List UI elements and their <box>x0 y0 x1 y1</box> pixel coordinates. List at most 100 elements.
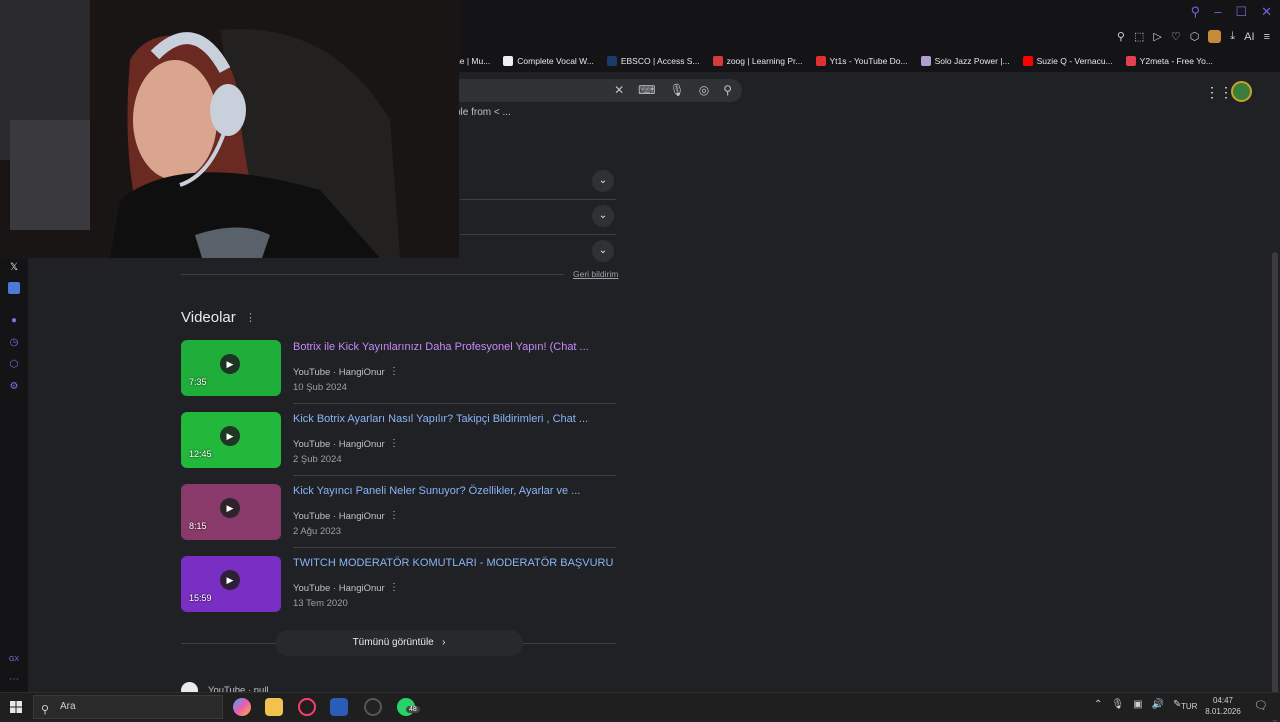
language-indicator[interactable]: TUR <box>1181 702 1197 711</box>
bookmark-item[interactable]: Suzie Q - Vernacu... <box>1022 56 1113 66</box>
app-icon[interactable] <box>8 282 20 294</box>
video-result[interactable]: ▶ 8:15 Kick Yayıncı Paneli Neler Sunuyor? … <box>181 484 616 556</box>
video-title-link[interactable]: Kick Botrix Ayarları Nasıl Yapılır? Taki… <box>293 413 588 425</box>
video-source: YouTube · HangiOnur <box>293 583 385 594</box>
video-thumbnail[interactable]: ▶ 15:59 <box>181 556 281 612</box>
bookmark-item[interactable]: Complete Vocal W... <box>503 56 594 66</box>
clock[interactable]: 04:47 8.01.2026 <box>1202 695 1244 717</box>
bookmark-favicon-icon <box>712 56 723 66</box>
taskbar-search-placeholder: Ara <box>60 701 76 712</box>
extensions-icon[interactable]: ⬡ <box>1190 30 1200 43</box>
video-date: 10 Şub 2024 <box>293 382 347 393</box>
bookmark-label: Y2meta - Free Yo... <box>1139 56 1213 66</box>
bookmark-item[interactable]: ne | Mu... <box>455 56 490 66</box>
x-icon[interactable]: 𝕏 <box>8 262 20 274</box>
more-icon[interactable]: ⋯ <box>8 674 20 686</box>
video-source: YouTube · HangiOnur <box>293 367 385 378</box>
network-icon[interactable]: ▣ <box>1133 699 1142 710</box>
minimize-icon[interactable]: – <box>1214 4 1221 20</box>
snapshot-icon[interactable]: ⬚ <box>1134 30 1144 43</box>
bookmark-item[interactable]: Solo Jazz Power |... <box>920 56 1010 66</box>
video-title-link[interactable]: Botrix ile Kick Yayınlarınızı Daha Profe… <box>293 341 589 353</box>
microphone-icon[interactable]: 🎙 <box>1111 699 1124 710</box>
microphone-icon[interactable]: 🎙 <box>669 83 684 97</box>
video-result[interactable]: ▶ 7:35 Botrix ile Kick Yayınlarınızı Daha … <box>181 340 616 412</box>
chevron-right-icon: › <box>436 637 446 648</box>
taskbar-search-input[interactable]: ⚲ Ara <box>33 695 223 719</box>
chevron-up-icon[interactable]: ⌃ <box>1094 699 1102 710</box>
search-input[interactable]: ✕ ⌨ 🎙 ◎ ⚲ <box>440 79 742 102</box>
video-title-link[interactable]: TWITCH MODERATÖR KOMUTLARI - MODERATÖR B… <box>293 557 613 569</box>
bookmark-favicon-icon <box>815 56 826 66</box>
spotify-icon[interactable]: ● <box>8 315 20 327</box>
pin-icon[interactable]: ⚲ <box>1117 30 1125 43</box>
speaker-icon[interactable]: 🔊 <box>1152 699 1164 710</box>
ai-button[interactable]: AI <box>1244 31 1254 43</box>
view-all-button[interactable]: Tümünü görüntüle › <box>275 630 523 656</box>
bookmark-item[interactable]: EBSCO | Access S... <box>606 56 700 66</box>
bookmark-item[interactable]: zoog | Learning Pr... <box>712 56 803 66</box>
feedback-link[interactable]: Geri bildirim <box>573 269 618 279</box>
gx-icon[interactable]: GX <box>8 654 20 666</box>
maximize-icon[interactable]: ☐ <box>1235 4 1247 20</box>
video-result[interactable]: ▶ 15:59 TWITCH MODERATÖR KOMUTLARI - MODER… <box>181 556 616 628</box>
system-tray: ⌃ 🎙 ▣ 🔊 ✎ <box>1094 699 1181 710</box>
more-options-icon[interactable]: ⋮ <box>389 366 399 377</box>
whatsapp-badge: 48 <box>406 706 420 713</box>
video-result[interactable]: ▶ 12:45 Kick Botrix Ayarları Nasıl Yapılır… <box>181 412 616 484</box>
lens-icon[interactable]: ◎ <box>699 83 709 97</box>
word-icon[interactable] <box>330 698 348 716</box>
settings-icon[interactable]: ⚙ <box>8 381 20 393</box>
video-thumbnail[interactable]: ▶ 12:45 <box>181 412 281 468</box>
taskbar: ⚲ Ara <box>0 692 1280 720</box>
video-thumbnail[interactable]: ▶ 7:35 <box>181 340 281 396</box>
bookmark-favicon-icon <box>1022 56 1033 66</box>
bookmark-label: ne | Mu... <box>455 56 491 66</box>
close-icon[interactable]: ✕ <box>1261 4 1272 20</box>
bookmark-item[interactable]: Yt1s - YouTube Do... <box>815 56 908 66</box>
scrollbar[interactable] <box>1270 72 1280 722</box>
search-icon: ⚲ <box>41 704 50 716</box>
view-all-label: Tümünü görüntüle <box>352 637 434 648</box>
search-icon[interactable]: ⚲ <box>1191 4 1201 20</box>
profile-icon[interactable] <box>1208 30 1222 43</box>
more-options-icon[interactable]: ⋮ <box>389 510 399 521</box>
play-icon[interactable]: ▷ <box>1153 30 1161 43</box>
bookmark-label: Suzie Q - Vernacu... <box>1036 56 1113 66</box>
more-options-icon[interactable]: ⋮ <box>389 438 399 449</box>
chevron-down-icon[interactable]: ⌄ <box>592 205 614 227</box>
history-icon[interactable]: ◷ <box>8 337 20 349</box>
file-explorer-icon[interactable] <box>265 698 283 716</box>
play-icon: ▶ <box>220 354 240 374</box>
bookmark-label: Complete Vocal W... <box>517 56 594 66</box>
webcam-image <box>0 0 459 258</box>
webcam-overlay <box>0 0 459 258</box>
chevron-down-icon[interactable]: ⌄ <box>592 240 614 262</box>
clear-icon[interactable]: ✕ <box>614 83 624 97</box>
notification-icon[interactable]: 🗨 <box>1254 699 1268 712</box>
extensions-icon[interactable]: ⬡ <box>8 359 20 371</box>
keyboard-icon[interactable]: ⌨ <box>638 83 655 97</box>
clock-date: 8.01.2026 <box>1205 707 1241 716</box>
chevron-down-icon[interactable]: ⌄ <box>592 170 614 192</box>
video-thumbnail[interactable]: ▶ 8:15 <box>181 484 281 540</box>
copilot-icon[interactable] <box>233 698 251 716</box>
video-date: 13 Tem 2020 <box>293 598 348 609</box>
heart-icon[interactable]: ♡ <box>1171 30 1181 43</box>
more-options-icon[interactable]: ⋮ <box>245 311 256 324</box>
opera-gx-icon[interactable] <box>298 698 316 716</box>
bookmark-item[interactable]: Y2meta - Free Yo... <box>1125 56 1213 66</box>
windows-start-icon[interactable] <box>10 701 22 713</box>
ai-label: AI <box>1244 30 1255 43</box>
play-icon: ▶ <box>220 498 240 518</box>
download-icon[interactable]: ⤓ <box>1230 30 1235 43</box>
avatar[interactable] <box>1231 81 1252 102</box>
window-controls: ⚲ – ☐ ✕ <box>1191 4 1272 20</box>
toolbar-icons: ⚲ ⬚ ▷ ♡ ⬡ ⤓ AI ≡ <box>1117 30 1270 43</box>
search-icon[interactable]: ⚲ <box>723 83 732 97</box>
video-title-link[interactable]: Kick Yayıncı Paneli Neler Sunuyor? Özell… <box>293 485 580 497</box>
menu-icon[interactable]: ≡ <box>1264 31 1270 43</box>
obs-icon[interactable] <box>364 698 382 716</box>
bookmark-label: EBSCO | Access S... <box>620 56 700 66</box>
more-options-icon[interactable]: ⋮ <box>389 582 399 593</box>
